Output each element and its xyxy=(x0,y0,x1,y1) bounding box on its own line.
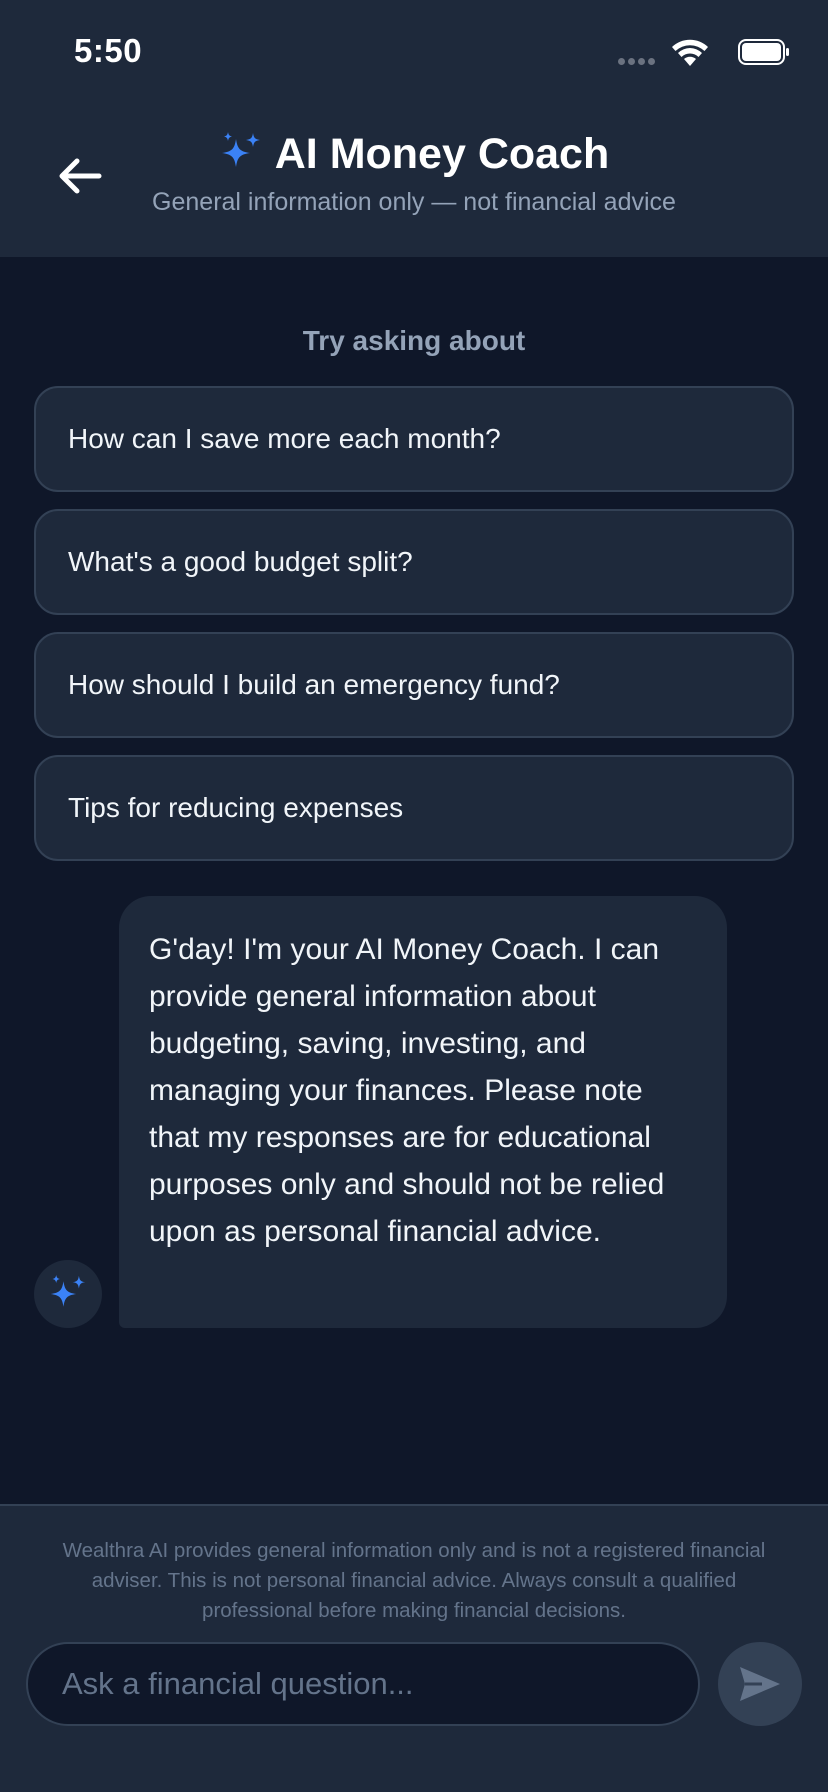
header-title-row: AI Money Coach xyxy=(0,130,828,179)
top-bar: 5:50 AI Money Coach General information … xyxy=(0,0,828,257)
sparkles-icon xyxy=(50,1274,86,1307)
suggestion-chip[interactable]: What's a good budget split? xyxy=(34,509,794,615)
suggestion-chip[interactable]: How can I save more each month? xyxy=(34,386,794,492)
page-title: AI Money Coach xyxy=(274,130,610,178)
suggestions-heading: Try asking about xyxy=(302,325,526,356)
suggestion-chip[interactable]: How should I build an emergency fund? xyxy=(34,632,794,738)
battery-icon xyxy=(738,39,789,65)
suggestion-chip[interactable]: Tips for reducing expenses xyxy=(34,755,794,861)
disclaimer-text: Wealthra AI provides general information… xyxy=(62,1539,766,1622)
assistant-avatar xyxy=(34,1260,102,1328)
page-subtitle: General information only — not financial… xyxy=(152,188,676,216)
assistant-message-bubble: G'day! I'm your AI Money Coach. I can pr… xyxy=(119,896,727,1328)
question-input[interactable] xyxy=(28,1644,698,1724)
wifi-icon xyxy=(672,39,708,66)
suggestion-list: How can I save more each month? What's a… xyxy=(34,386,794,878)
composer-area: Wealthra AI provides general information… xyxy=(0,1504,828,1792)
sparkles-icon xyxy=(221,131,260,167)
question-input-container xyxy=(26,1642,700,1726)
send-button[interactable] xyxy=(718,1642,802,1726)
cellular-signal-icon xyxy=(618,58,658,66)
send-icon xyxy=(740,1667,780,1701)
status-time: 5:50 xyxy=(74,32,143,69)
